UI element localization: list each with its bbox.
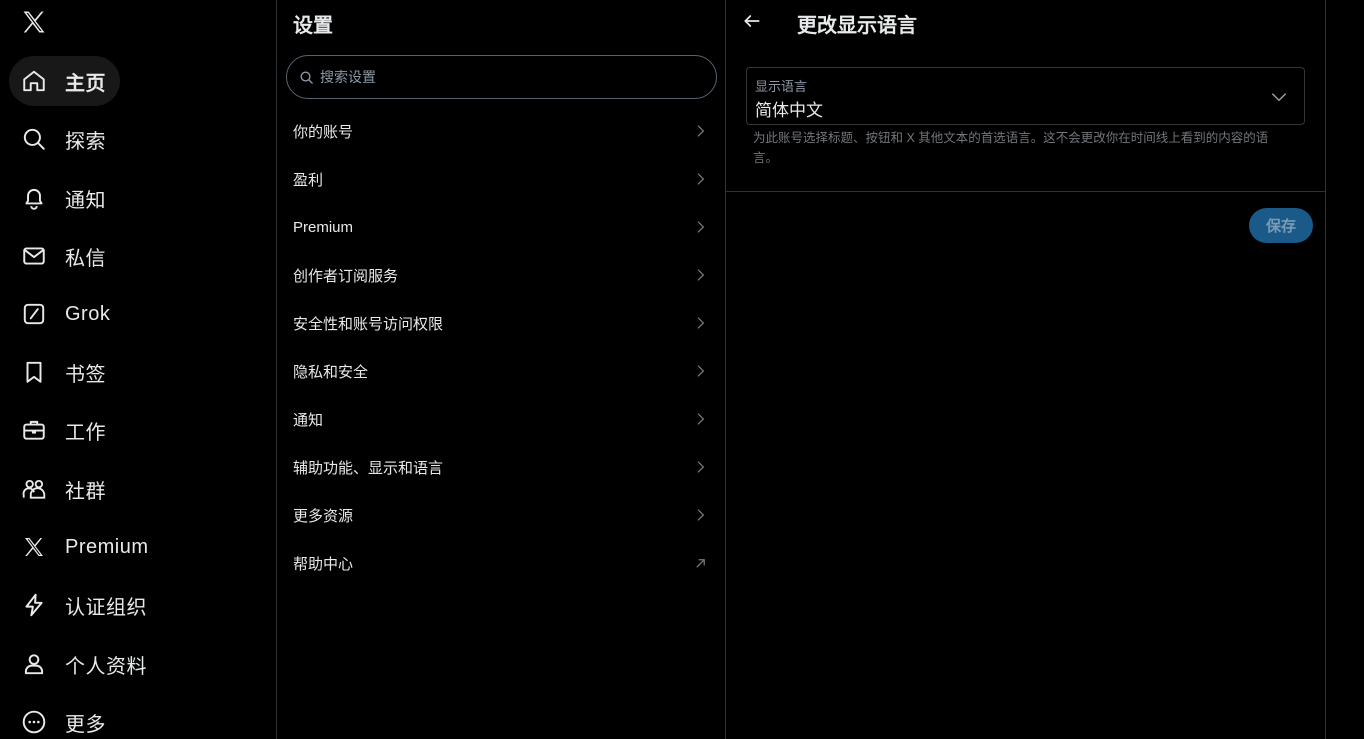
briefcase-icon [21,417,47,443]
settings-item-notifications[interactable]: 通知 [277,395,725,443]
settings-item-label: Premium [293,218,354,236]
settings-item-label: 通知 [293,411,324,429]
settings-item-label: 安全性和账号访问权限 [293,315,444,333]
chevron-right-icon [691,362,709,380]
settings-search-box[interactable] [286,55,717,99]
nav-item-more[interactable]: 更多 [9,697,120,739]
chevron-right-icon [691,410,709,428]
nav-label: 私信 [65,247,106,270]
chevron-down-icon [1268,86,1290,108]
nav-item-jobs[interactable]: 工作 [9,405,120,455]
more-circle-icon [21,709,47,735]
settings-item-premium[interactable]: Premium [277,203,725,251]
select-label: 显示语言 [755,79,808,94]
select-value: 简体中文 [755,101,823,120]
nav-item-premium[interactable]: Premium [9,522,163,572]
settings-column: 设置 你的账号 盈利 Premium 创作者订阅服务 安全性和账号访问权限 [277,0,725,739]
nav-label: 社群 [65,480,106,503]
x-logo-icon[interactable] [18,6,50,38]
x-logo-icon [21,534,47,560]
nav-item-messages[interactable]: 私信 [9,231,120,281]
nav-label: 个人资料 [65,655,147,678]
left-navigation: 主页 探索 通知 私信 Grok 书签 工作 社群 Premium 认证组织 个… [0,0,276,739]
settings-item-creator-subscriptions[interactable]: 创作者订阅服务 [277,251,725,299]
nav-item-grok[interactable]: Grok [9,289,124,339]
language-help-text: 为此账号选择标题、按钮和 X 其他文本的首选语言。这不会更改你在时间线上看到的内… [753,131,1269,165]
chevron-right-icon [691,170,709,188]
settings-item-label: 辅助功能、显示和语言 [293,459,444,477]
person-icon [21,651,47,677]
settings-item-label: 帮助中心 [293,555,354,573]
bookmark-icon [21,359,47,385]
nav-label: 主页 [65,72,106,95]
search-icon [299,70,314,85]
chevron-right-icon [691,314,709,332]
nav-label: 认证组织 [65,596,147,619]
display-language-select[interactable]: 显示语言 简体中文 [746,67,1305,125]
nav-label: 工作 [65,421,106,444]
settings-item-monetization[interactable]: 盈利 [277,155,725,203]
back-arrow-icon [742,11,762,31]
settings-item-accessibility-display-language[interactable]: 辅助功能、显示和语言 [277,443,725,491]
back-button[interactable] [738,7,766,35]
nav-item-bookmarks[interactable]: 书签 [9,347,120,397]
settings-item-label: 你的账号 [293,123,354,141]
save-button[interactable]: 保存 [1249,208,1313,243]
column-divider [1325,0,1326,739]
settings-item-additional-resources[interactable]: 更多资源 [277,491,725,539]
search-icon [21,126,47,152]
nav-item-notifications[interactable]: 通知 [9,173,120,223]
chevron-right-icon [691,458,709,476]
nav-item-verified-orgs[interactable]: 认证组织 [9,580,161,630]
home-icon [21,68,47,94]
settings-item-label: 创作者订阅服务 [293,267,399,285]
bell-icon [21,185,47,211]
lightning-icon [21,592,47,618]
settings-item-label: 更多资源 [293,507,354,525]
settings-item-your-account[interactable]: 你的账号 [277,107,725,155]
settings-item-label: 隐私和安全 [293,363,369,381]
community-icon [21,476,47,502]
settings-item-privacy-safety[interactable]: 隐私和安全 [277,347,725,395]
settings-title: 设置 [293,15,333,37]
nav-label: Grok [65,302,111,325]
chevron-right-icon [691,506,709,524]
language-detail-column: 更改显示语言 显示语言 简体中文 为此账号选择标题、按钮和 X 其他文本的首选语… [726,0,1325,739]
chevron-right-icon [691,122,709,140]
grok-icon [21,301,47,327]
section-divider [726,191,1325,192]
nav-item-communities[interactable]: 社群 [9,464,120,514]
settings-item-security-access[interactable]: 安全性和账号访问权限 [277,299,725,347]
nav-item-home[interactable]: 主页 [9,56,120,106]
nav-label: Premium [65,535,149,558]
external-link-arrow-icon [691,554,709,572]
nav-label: 书签 [65,363,106,386]
settings-item-label: 盈利 [293,171,324,189]
nav-label: 通知 [65,189,106,212]
nav-label: 更多 [65,713,106,736]
nav-item-explore[interactable]: 探索 [9,114,120,164]
mail-icon [21,243,47,269]
app-window: 主页 探索 通知 私信 Grok 书签 工作 社群 Premium 认证组织 个… [0,0,1364,739]
nav-label: 探索 [65,130,106,153]
chevron-right-icon [691,218,709,236]
detail-title: 更改显示语言 [797,15,917,37]
settings-search-input[interactable] [320,69,700,85]
settings-item-help-center[interactable]: 帮助中心 [277,539,725,587]
chevron-right-icon [691,266,709,284]
nav-item-profile[interactable]: 个人资料 [9,639,161,689]
